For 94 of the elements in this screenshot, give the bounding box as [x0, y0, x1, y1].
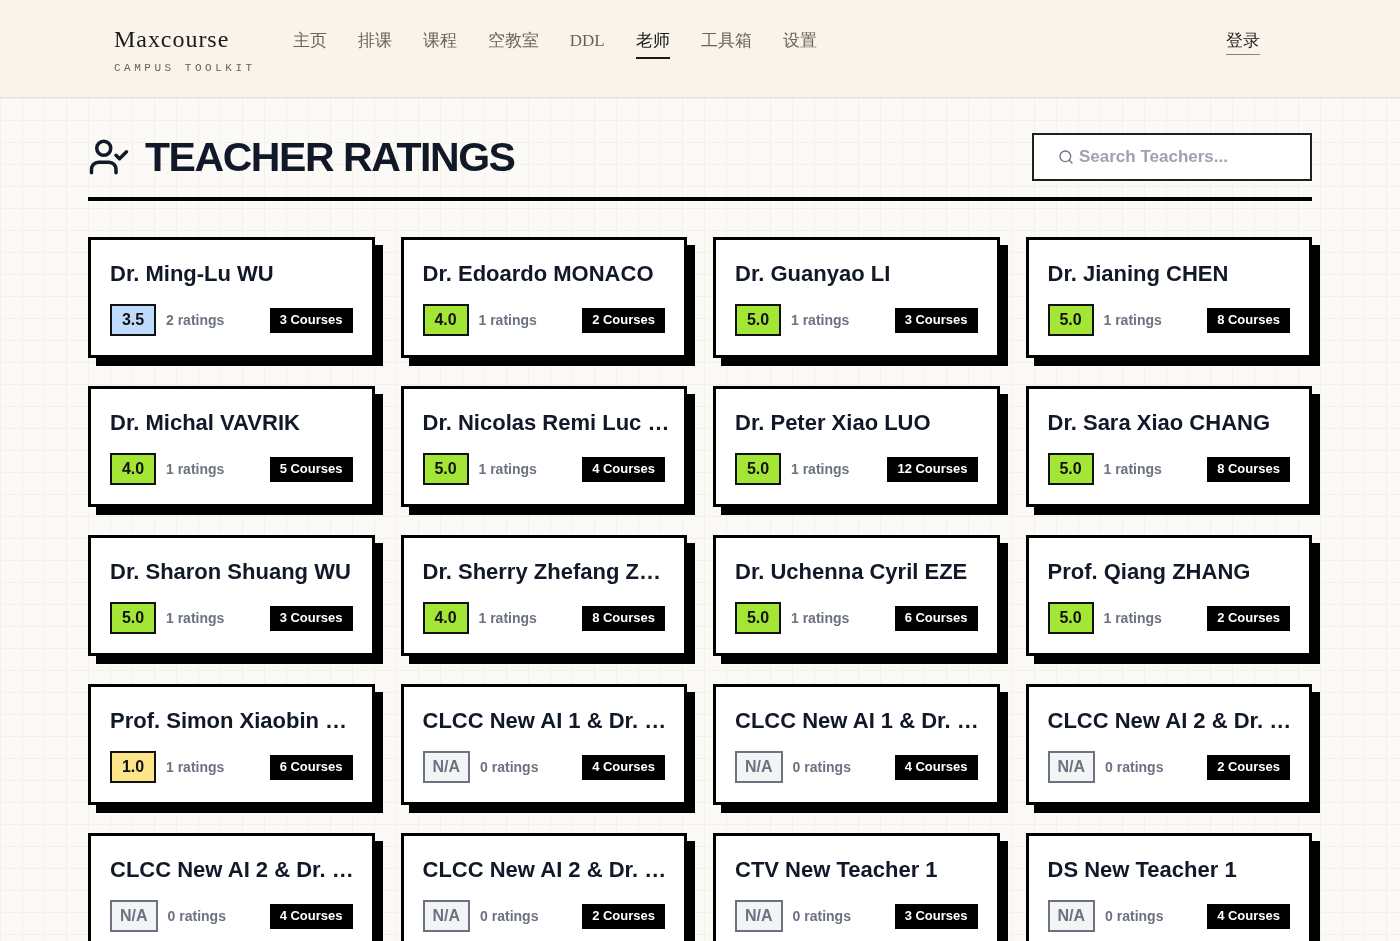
login-link[interactable]: 登录 — [1226, 30, 1260, 55]
ratings-count: 1 ratings — [166, 459, 225, 479]
teacher-name: CLCC New AI 2 & Dr. … — [1047, 707, 1290, 735]
courses-count: 4 Courses — [894, 754, 978, 780]
logo[interactable]: Maxcourse — [114, 24, 256, 54]
nav-tab[interactable]: 课程 — [422, 29, 457, 59]
courses-count: 2 Courses — [1207, 605, 1290, 631]
courses-count: 3 Courses — [269, 307, 353, 333]
ratings-count: 1 ratings — [791, 608, 850, 628]
teacher-name: CLCC New AI 2 & Dr. … — [422, 856, 665, 884]
courses-count: 4 Courses — [269, 903, 353, 929]
courses-count: 2 Courses — [582, 903, 665, 929]
ratings-count: 0 ratings — [792, 757, 851, 777]
rating-score: 5.0 — [1047, 304, 1094, 336]
courses-count: 2 Courses — [582, 307, 665, 333]
courses-count: 4 Courses — [582, 754, 665, 780]
teacher-name: CLCC New AI 2 & Dr. … — [110, 856, 353, 884]
ratings-count: 1 ratings — [478, 459, 537, 479]
teacher-name: Dr. Sherry Zhefang Z… — [422, 558, 662, 586]
courses-count: 12 Courses — [887, 456, 978, 482]
ratings-count: 0 ratings — [792, 906, 851, 926]
tagline: CAMPUS TOOLKIT — [114, 61, 256, 75]
courses-count: 3 Courses — [269, 605, 353, 631]
rating-score: N/A — [1047, 751, 1096, 783]
teacher-name: DS New Teacher 1 — [1047, 856, 1238, 884]
nav-tab[interactable]: 老师 — [635, 29, 670, 59]
ratings-count: 1 ratings — [791, 459, 850, 479]
rating-score: N/A — [422, 900, 471, 932]
teacher-name: Dr. Peter Xiao LUO — [735, 409, 932, 437]
courses-count: 8 Courses — [582, 605, 665, 631]
rating-score: N/A — [735, 751, 783, 783]
courses-count: 4 Courses — [1207, 903, 1290, 929]
courses-count: 3 Courses — [894, 307, 978, 333]
ratings-count: 0 ratings — [1105, 906, 1164, 926]
rating-score: N/A — [735, 900, 783, 932]
courses-count: 3 Courses — [894, 903, 978, 929]
ratings-count: 1 ratings — [166, 608, 225, 628]
ratings-count: 2 ratings — [166, 310, 225, 330]
ratings-count: 0 ratings — [480, 906, 539, 926]
rating-score: 5.0 — [1047, 602, 1094, 634]
nav-tab[interactable]: 排课 — [357, 29, 392, 59]
teacher-name: Dr. Michal VAVRIK — [110, 409, 301, 437]
rating-score: 5.0 — [735, 453, 781, 485]
teacher-name: Dr. Uchenna Cyril EZE — [735, 558, 969, 586]
ratings-count: 1 ratings — [478, 310, 537, 330]
nav-tab[interactable]: DDL — [569, 29, 605, 59]
page-title: TEACHER RATINGS — [145, 133, 515, 181]
rating-score: 5.0 — [735, 304, 781, 336]
teacher-name: Prof. Simon Xiaobin … — [110, 707, 349, 735]
ratings-count: 1 ratings — [1103, 608, 1162, 628]
rating-score: 3.5 — [110, 304, 156, 336]
nav-tab[interactable]: 设置 — [782, 29, 817, 59]
teacher-name: CLCC New AI 1 & Dr. … — [735, 707, 978, 735]
ratings-count: 1 ratings — [478, 608, 537, 628]
teacher-name: Dr. Ming-Lu WU — [110, 260, 275, 288]
courses-count: 8 Courses — [1207, 307, 1290, 333]
ratings-count: 1 ratings — [1103, 459, 1162, 479]
rating-score: 5.0 — [422, 453, 469, 485]
teacher-name: Dr. Edoardo MONACO — [422, 260, 655, 288]
teacher-name: Prof. Qiang ZHANG — [1047, 558, 1252, 586]
rating-score: 4.0 — [422, 304, 469, 336]
teacher-name: Dr. Jianing CHEN — [1047, 260, 1230, 288]
teacher-name: Dr. Nicolas Remi Luc … — [422, 409, 665, 437]
rating-score: 4.0 — [110, 453, 156, 485]
rating-score: N/A — [1047, 900, 1096, 932]
rating-score: 4.0 — [422, 602, 469, 634]
rating-score: N/A — [422, 751, 471, 783]
rating-score: 5.0 — [110, 602, 156, 634]
search-field[interactable]: Search Teachers... — [1032, 133, 1312, 181]
teacher-name: Dr. Sara Xiao CHANG — [1047, 409, 1271, 437]
teacher-name: Dr. Sharon Shuang WU — [110, 558, 352, 586]
rating-score: 1.0 — [110, 751, 156, 783]
teacher-name: CTV New Teacher 1 — [735, 856, 939, 884]
ratings-count: 0 ratings — [1105, 757, 1164, 777]
courses-count: 6 Courses — [894, 605, 978, 631]
teacher-name: CLCC New AI 1 & Dr. … — [422, 707, 665, 735]
rating-score: 5.0 — [735, 602, 781, 634]
teacher-name: Dr. Guanyao LI — [735, 260, 892, 288]
courses-count: 4 Courses — [582, 456, 665, 482]
ratings-count: 1 ratings — [791, 310, 850, 330]
courses-count: 6 Courses — [269, 754, 353, 780]
courses-count: 2 Courses — [1207, 754, 1290, 780]
courses-count: 5 Courses — [269, 456, 353, 482]
ratings-count: 1 ratings — [166, 757, 225, 777]
nav-tab[interactable]: 空教室 — [487, 29, 539, 59]
rating-score: 5.0 — [1047, 453, 1094, 485]
ratings-count: 1 ratings — [1103, 310, 1162, 330]
ratings-count: 0 ratings — [480, 757, 539, 777]
courses-count: 8 Courses — [1207, 456, 1290, 482]
ratings-count: 0 ratings — [167, 906, 226, 926]
search-icon — [1058, 149, 1074, 165]
nav-tab[interactable]: 主页 — [292, 29, 327, 59]
rating-score: N/A — [110, 900, 158, 932]
nav-tab[interactable]: 工具箱 — [700, 29, 752, 59]
